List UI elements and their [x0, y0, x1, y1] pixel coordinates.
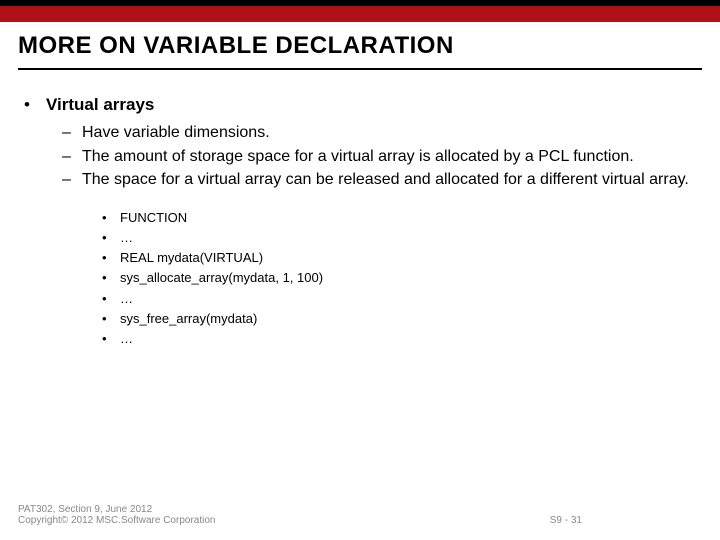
red-band — [0, 6, 720, 22]
dash-icon: – — [62, 122, 82, 144]
title-underline — [18, 68, 702, 70]
code-text: … — [120, 330, 133, 348]
topic-row: • Virtual arrays — [24, 94, 696, 116]
footer-line1: PAT302, Section 9, June 2012 — [18, 504, 215, 515]
code-text: sys_allocate_array(mydata, 1, 100) — [120, 269, 323, 287]
bullet-icon: • — [102, 290, 120, 308]
bullet-icon: • — [102, 209, 120, 227]
point-text: The space for a virtual array can be rel… — [82, 169, 689, 191]
code-text: REAL mydata(VIRTUAL) — [120, 249, 263, 267]
list-item: – The space for a virtual array can be r… — [62, 169, 696, 191]
content-area: • Virtual arrays – Have variable dimensi… — [0, 76, 720, 348]
list-item: • REAL mydata(VIRTUAL) — [102, 249, 696, 267]
bullet-icon: • — [102, 269, 120, 287]
list-item: – The amount of storage space for a virt… — [62, 146, 696, 168]
code-text: sys_free_array(mydata) — [120, 310, 257, 328]
list-item: • … — [102, 330, 696, 348]
point-text: The amount of storage space for a virtua… — [82, 146, 634, 168]
footer: PAT302, Section 9, June 2012 Copyright© … — [18, 504, 702, 526]
code-list: • FUNCTION • … • REAL mydata(VIRTUAL) • … — [24, 209, 696, 348]
dash-icon: – — [62, 169, 82, 191]
points-list: – Have variable dimensions. – The amount… — [24, 122, 696, 191]
list-item: • … — [102, 229, 696, 247]
list-item: – Have variable dimensions. — [62, 122, 696, 144]
title-area: MORE ON VARIABLE DECLARATION — [0, 22, 720, 76]
dash-icon: – — [62, 146, 82, 168]
bullet-icon: • — [24, 94, 46, 116]
bullet-icon: • — [102, 229, 120, 247]
bullet-icon: • — [102, 249, 120, 267]
list-item: • FUNCTION — [102, 209, 696, 227]
code-text: … — [120, 229, 133, 247]
footer-left: PAT302, Section 9, June 2012 Copyright© … — [18, 504, 215, 526]
footer-page: S9 - 31 — [550, 515, 702, 526]
point-text: Have variable dimensions. — [82, 122, 270, 144]
topic-label: Virtual arrays — [46, 94, 154, 116]
footer-line2: Copyright© 2012 MSC.Software Corporation — [18, 515, 215, 526]
code-text: FUNCTION — [120, 209, 187, 227]
list-item: • sys_allocate_array(mydata, 1, 100) — [102, 269, 696, 287]
slide-title: MORE ON VARIABLE DECLARATION — [18, 32, 702, 60]
bullet-icon: • — [102, 310, 120, 328]
bullet-icon: • — [102, 330, 120, 348]
list-item: • sys_free_array(mydata) — [102, 310, 696, 328]
code-text: … — [120, 290, 133, 308]
list-item: • … — [102, 290, 696, 308]
